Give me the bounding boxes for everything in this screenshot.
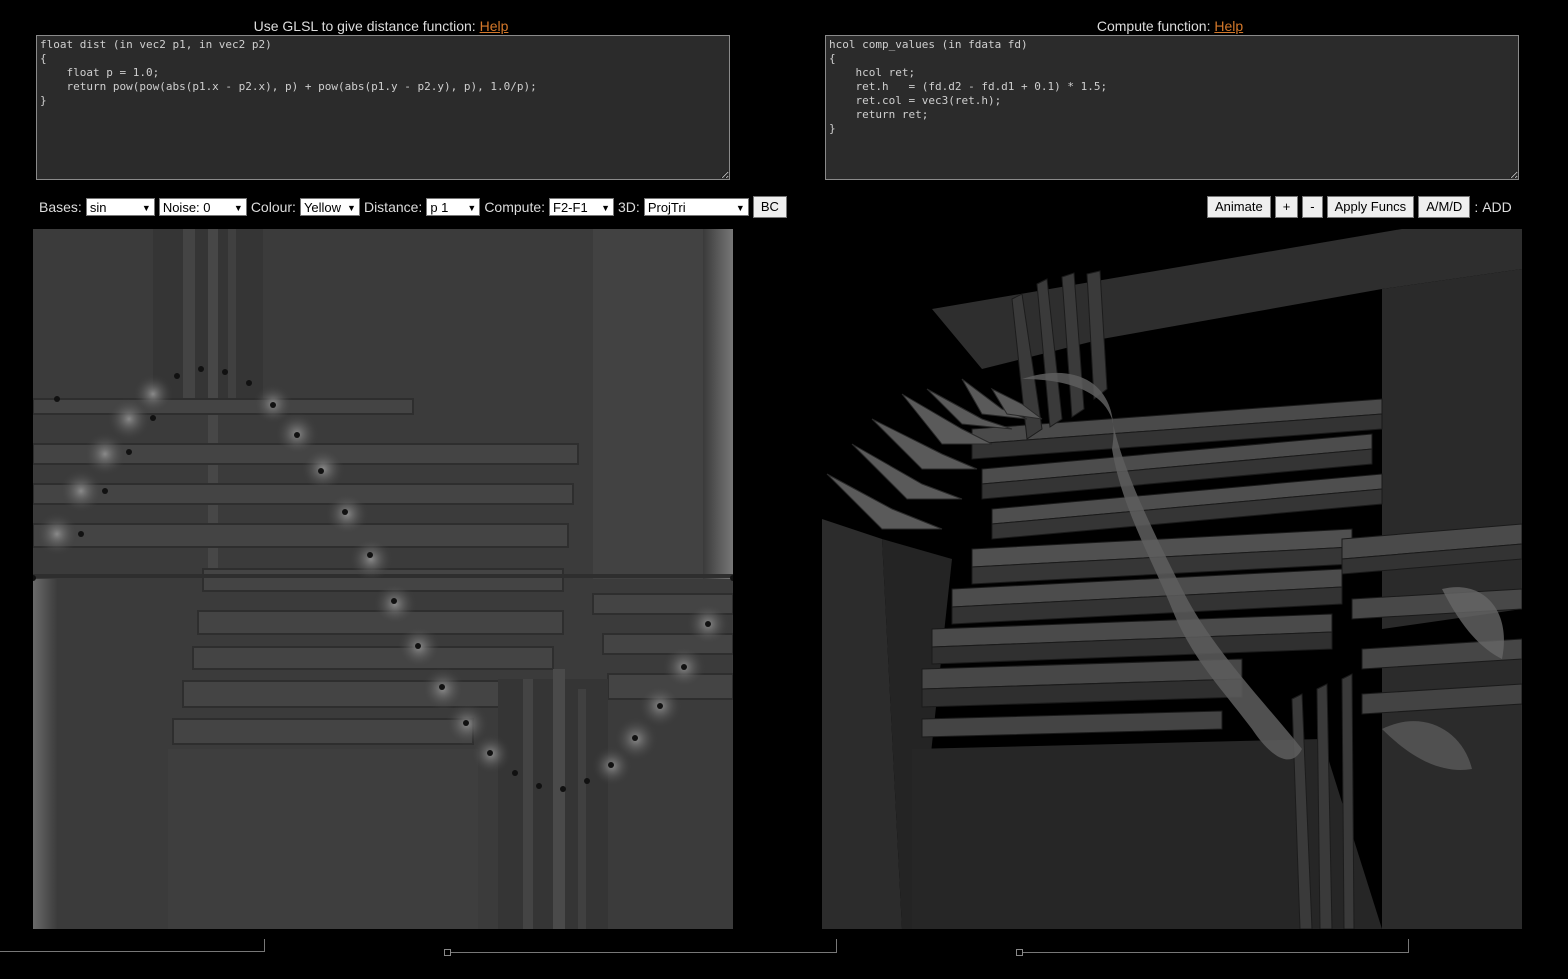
mode-indicator: ADD xyxy=(1482,199,1512,215)
apply-funcs-button[interactable]: Apply Funcs xyxy=(1326,196,1415,218)
chevron-down-icon: ▼ xyxy=(233,203,243,213)
action-toolbar: Animate + - Apply Funcs A/M/D : ADD xyxy=(1207,196,1512,218)
chevron-down-icon: ▼ xyxy=(601,203,611,213)
mode-separator: : xyxy=(1474,199,1479,215)
compute-function-title: Compute function: Help xyxy=(822,18,1518,34)
distance-function-editor[interactable] xyxy=(36,35,730,180)
slider-track-right xyxy=(1023,952,1409,953)
settings-toolbar: Bases: sin ▼ Noise: 0 ▼ Colour: Yellow ▼ Di… xyxy=(39,196,791,218)
distance-label: Distance: xyxy=(363,199,423,215)
slider-track-middle xyxy=(451,952,837,953)
distance-function-label: Use GLSL to give distance function: xyxy=(253,18,476,34)
threed-select[interactable]: ProjTri ▼ xyxy=(643,198,749,216)
threed-label: 3D: xyxy=(618,199,640,215)
bc-button[interactable]: BC xyxy=(752,196,787,218)
bases-label: Bases: xyxy=(39,199,82,215)
distance-function-title: Use GLSL to give distance function: Help xyxy=(33,18,729,34)
chevron-down-icon: ▼ xyxy=(141,203,151,213)
chevron-down-icon: ▼ xyxy=(735,203,745,213)
chevron-down-icon: ▼ xyxy=(347,203,356,213)
compute-label: Compute: xyxy=(484,199,546,215)
voronoi-3d-canvas[interactable] xyxy=(822,229,1522,929)
compute-function-editor[interactable] xyxy=(825,35,1519,180)
bases-select[interactable]: sin ▼ xyxy=(85,198,155,216)
chevron-down-icon: ▼ xyxy=(467,203,477,213)
distance-help-link[interactable]: Help xyxy=(480,18,509,34)
amd-button[interactable]: A/M/D xyxy=(1418,196,1471,218)
compute-select[interactable]: F2-F1 ▼ xyxy=(549,198,615,216)
slider-track-left-end xyxy=(264,939,265,952)
slider-track-middle-end xyxy=(836,939,837,953)
zoom-out-button[interactable]: - xyxy=(1302,196,1323,218)
voronoi-2d-canvas[interactable] xyxy=(33,229,733,929)
zoom-in-button[interactable]: + xyxy=(1274,196,1299,218)
compute-function-label: Compute function: xyxy=(1096,18,1211,34)
colour-select[interactable]: Yellow ▼ xyxy=(299,198,360,216)
noise-select[interactable]: Noise: 0 ▼ xyxy=(158,198,247,216)
compute-help-link[interactable]: Help xyxy=(1214,18,1243,34)
voronoi-2d-render xyxy=(33,229,733,929)
voronoi-3d-render xyxy=(822,229,1522,929)
distance-select[interactable]: p 1 ▼ xyxy=(426,198,481,216)
slider-track-right-end xyxy=(1408,939,1409,953)
slider-track-left xyxy=(0,951,265,952)
slider-handle-2[interactable] xyxy=(1016,949,1023,956)
colour-label: Colour: xyxy=(250,199,296,215)
slider-handle-1[interactable] xyxy=(444,949,451,956)
animate-button[interactable]: Animate xyxy=(1207,196,1271,218)
